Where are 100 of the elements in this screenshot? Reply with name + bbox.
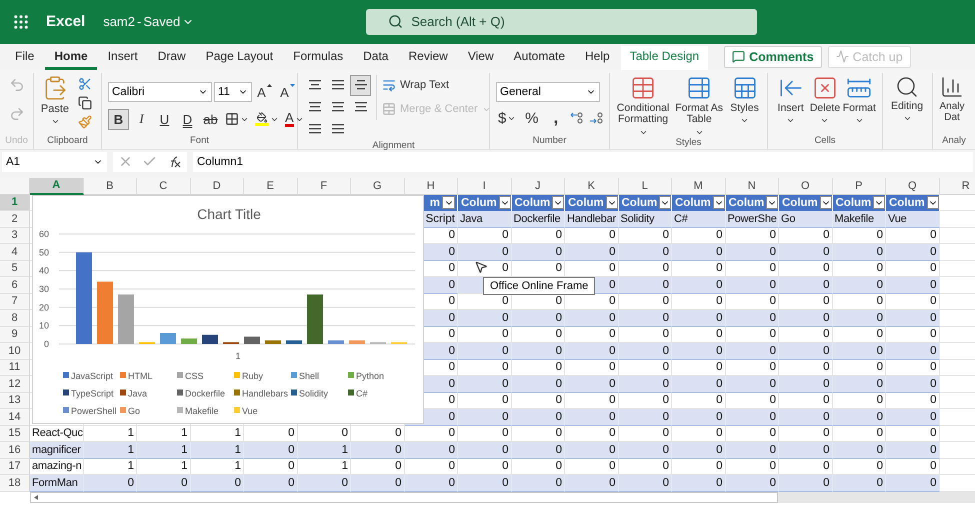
- app-launcher-icon[interactable]: [12, 12, 30, 31]
- menu-tab[interactable]: Draw: [148, 46, 195, 70]
- column-header[interactable]: I: [458, 178, 512, 195]
- percent-button[interactable]: %: [521, 108, 542, 129]
- menu-tab[interactable]: Table Design: [620, 46, 708, 70]
- cells-button[interactable]: Insert: [774, 74, 808, 126]
- row-header[interactable]: 7: [0, 294, 30, 310]
- menu-tab[interactable]: Data: [354, 46, 398, 70]
- legend-label: Go: [128, 406, 140, 416]
- filter-button[interactable]: [820, 196, 832, 210]
- column-header[interactable]: N: [726, 178, 779, 195]
- row-header[interactable]: 9: [0, 326, 30, 344]
- column-header[interactable]: Q: [886, 178, 940, 195]
- font-style-button[interactable]: ab: [200, 108, 221, 130]
- row-header[interactable]: 17: [0, 458, 30, 476]
- menu-tab[interactable]: Review: [399, 46, 457, 70]
- styles-button[interactable]: Styles: [728, 74, 761, 126]
- cells-button[interactable]: Delete: [808, 74, 842, 126]
- number-format-field[interactable]: General: [496, 82, 600, 102]
- row-header[interactable]: 8: [0, 310, 30, 327]
- font-style-button[interactable]: U: [154, 108, 175, 130]
- scrollbar[interactable]: [30, 492, 778, 503]
- column-header[interactable]: C: [137, 178, 190, 195]
- table-cell: 0: [779, 343, 832, 360]
- column-header[interactable]: G: [351, 178, 404, 195]
- filter-button[interactable]: [712, 196, 725, 210]
- font-name-field[interactable]: Calibri: [108, 82, 212, 102]
- filter-button[interactable]: [659, 196, 672, 210]
- column-header[interactable]: M: [672, 178, 726, 195]
- filter-button[interactable]: [498, 196, 511, 210]
- row-header[interactable]: 12: [0, 376, 30, 393]
- legend-label: CSS: [185, 370, 204, 381]
- row-header[interactable]: 3: [0, 228, 30, 244]
- menu-tab[interactable]: Help: [576, 46, 619, 70]
- table-cell: 0: [886, 426, 940, 442]
- row-header[interactable]: 14: [0, 409, 30, 426]
- menu-tab[interactable]: Insert: [98, 46, 147, 70]
- shrink-font-button[interactable]: A: [277, 82, 298, 103]
- column-header[interactable]: B: [84, 178, 137, 195]
- column-header[interactable]: O: [779, 178, 832, 195]
- filter-button[interactable]: [873, 196, 886, 210]
- formula-field[interactable]: Column1: [193, 152, 973, 172]
- menu-tab[interactable]: View: [458, 46, 503, 70]
- font-style-button[interactable]: I: [131, 108, 152, 130]
- filter-button[interactable]: [442, 196, 455, 210]
- table-cell: 0: [512, 343, 565, 360]
- menu-tab[interactable]: Automate: [504, 46, 574, 70]
- name-box[interactable]: A1: [2, 152, 107, 172]
- column-header[interactable]: D: [190, 178, 244, 195]
- row-header[interactable]: 5: [0, 260, 30, 278]
- row-header[interactable]: 15: [0, 426, 30, 442]
- column-header[interactable]: F: [298, 178, 351, 195]
- font-style-button[interactable]: B: [108, 108, 129, 130]
- row-header[interactable]: 10: [0, 343, 30, 360]
- column-header[interactable]: H: [404, 178, 458, 195]
- wrap-text-button[interactable]: Wrap Text: [382, 74, 491, 96]
- vertical-align-button[interactable]: [350, 74, 371, 96]
- comma-button[interactable]: ,: [545, 108, 566, 129]
- styles-button[interactable]: Conditional Formatting: [616, 74, 670, 137]
- file-name-button[interactable]: sam2-Saved: [103, 14, 194, 30]
- row-header[interactable]: 2: [0, 211, 30, 228]
- legend-item: Go: [120, 406, 140, 416]
- row-header[interactable]: 13: [0, 392, 30, 410]
- analyze-data-button[interactable]: Analy Dat: [937, 74, 967, 123]
- row-header[interactable]: 4: [0, 244, 30, 261]
- table-header-cell: Colum: [618, 194, 672, 212]
- font-style-button[interactable]: D: [177, 108, 198, 130]
- table-cell: 0: [779, 277, 832, 294]
- row-header[interactable]: 6: [0, 277, 30, 294]
- editing-button[interactable]: Editing: [887, 74, 927, 124]
- column-header[interactable]: L: [618, 178, 672, 195]
- filter-button[interactable]: [766, 196, 778, 210]
- menu-tab[interactable]: File: [6, 46, 44, 70]
- filter-button[interactable]: [926, 196, 939, 210]
- styles-button[interactable]: Format As Table: [672, 74, 726, 137]
- row-header[interactable]: 18: [0, 475, 30, 492]
- filter-button[interactable]: [552, 196, 564, 210]
- cells-button[interactable]: Format: [842, 74, 876, 126]
- table-cell: 0: [672, 442, 726, 459]
- currency-button[interactable]: $: [496, 108, 518, 129]
- search-icon: [895, 74, 919, 99]
- paste-button[interactable]: Paste: [40, 74, 70, 126]
- table-cell: Dockerfile: [512, 211, 565, 228]
- menu-tab[interactable]: Page Layout: [196, 46, 282, 70]
- grow-font-button[interactable]: A: [254, 82, 275, 103]
- menu-tab[interactable]: Formulas: [284, 46, 352, 70]
- filter-button[interactable]: [606, 196, 618, 210]
- column-header[interactable]: P: [832, 178, 886, 195]
- font-size-field[interactable]: 11: [214, 82, 252, 102]
- row-header[interactable]: 11: [0, 360, 30, 376]
- table-cell: 0: [779, 426, 832, 442]
- column-header[interactable]: K: [565, 178, 618, 195]
- row-header[interactable]: 16: [0, 442, 30, 459]
- table-cell: 1: [137, 442, 190, 459]
- search-field[interactable]: Search (Alt + Q): [366, 8, 758, 35]
- comments-button[interactable]: Comments: [724, 46, 822, 68]
- font-color-button[interactable]: A: [283, 108, 306, 130]
- column-header[interactable]: E: [244, 178, 298, 195]
- column-header[interactable]: J: [512, 178, 565, 195]
- column-header[interactable]: R: [940, 178, 975, 195]
